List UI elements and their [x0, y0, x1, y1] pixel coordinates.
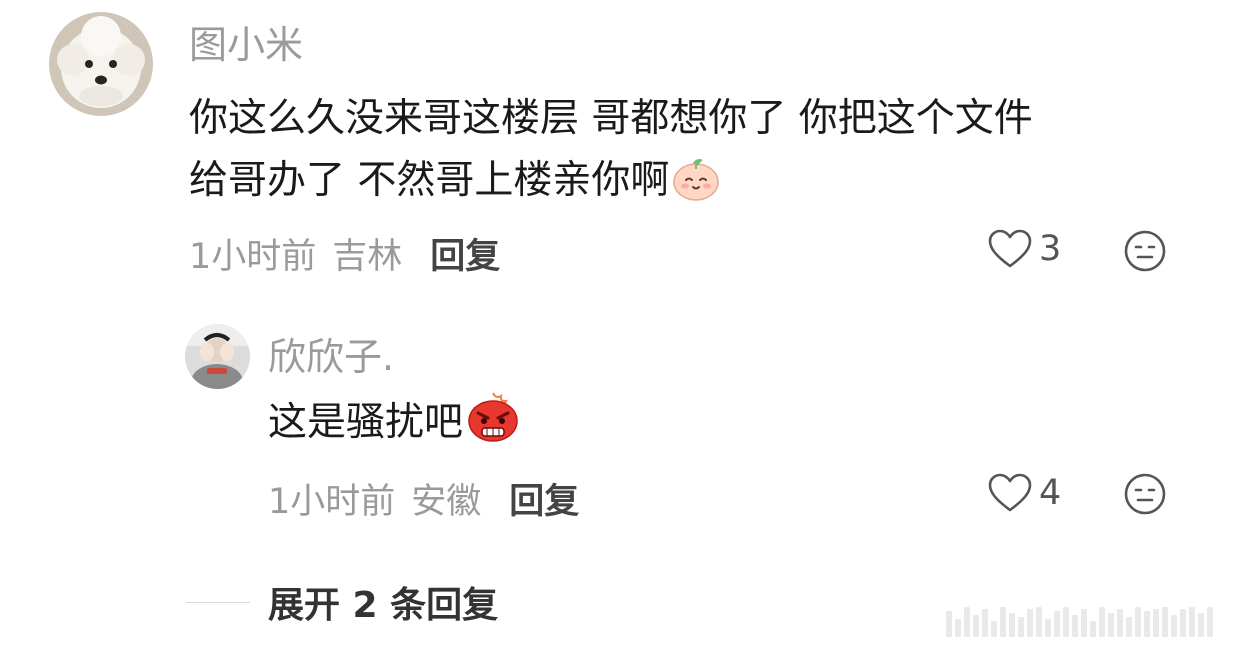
- heart-outline-icon: [988, 473, 1032, 512]
- reply-like-button[interactable]: 4: [987, 472, 1061, 514]
- reply-location: 安徽: [411, 482, 482, 522]
- commenter-username[interactable]: 图小米: [189, 14, 303, 69]
- commenter-avatar[interactable]: [49, 12, 153, 116]
- neutral-face-icon: [1124, 230, 1166, 272]
- comment-text-line-2: 给哥办了 不然哥上楼亲你啊: [189, 150, 1189, 220]
- replier-username[interactable]: 欣欣子.: [268, 326, 394, 381]
- comment-meta: 1小时前 吉林 回复: [189, 228, 500, 279]
- like-button[interactable]: 3: [987, 228, 1061, 270]
- replier-avatar[interactable]: [185, 324, 250, 389]
- reply-button[interactable]: 回复: [430, 228, 500, 279]
- expand-divider: [186, 601, 250, 603]
- person-covering-face-avatar: [185, 324, 250, 389]
- comment-time: 1小时前: [189, 237, 317, 277]
- reply-meta: 1小时前 安徽 回复: [268, 473, 579, 524]
- comment-text: 你这么久没来哥这楼层 哥都想你了 你把这个文件 给哥办了 不然哥上楼亲你啊: [189, 88, 1189, 220]
- heart-outline-icon: [988, 229, 1032, 268]
- comment-location: 吉林: [332, 237, 403, 277]
- angry-red-emoji: [465, 389, 521, 462]
- reply-like-count: 4: [1039, 473, 1062, 513]
- reply-dislike-button[interactable]: [1123, 472, 1167, 520]
- watermark: [946, 607, 1213, 637]
- white-poodle-avatar: [49, 12, 153, 116]
- reply-reply-button[interactable]: 回复: [509, 473, 579, 524]
- like-count: 3: [1039, 229, 1062, 269]
- reply-time: 1小时前: [268, 482, 396, 522]
- reply-text: 这是骚扰吧: [268, 389, 521, 462]
- expand-replies-label: 展开 2 条回复: [268, 585, 499, 626]
- dislike-button[interactable]: [1123, 229, 1167, 277]
- comment-text-line-1: 你这么久没来哥这楼层 哥都想你了 你把这个文件: [189, 96, 1033, 141]
- smiling-peach-emoji: [671, 155, 721, 220]
- neutral-face-icon: [1124, 473, 1166, 515]
- expand-replies-button[interactable]: 展开 2 条回复: [186, 576, 498, 628]
